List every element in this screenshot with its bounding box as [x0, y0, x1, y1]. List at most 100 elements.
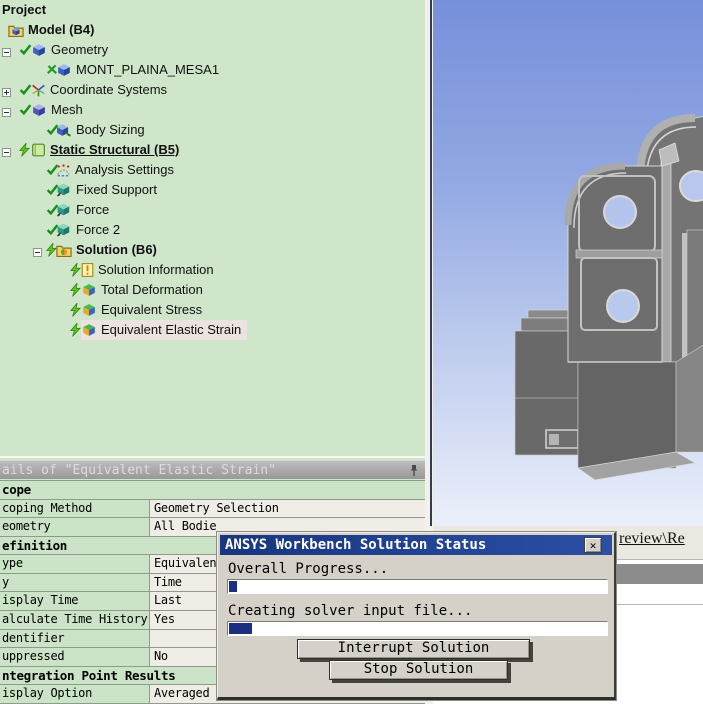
details-title: ails of "Equivalent Elastic Strain" — [2, 463, 276, 478]
status-bolt-icon — [19, 142, 30, 160]
tree-item-label: MONT_PLAINA_MESA1 — [76, 62, 220, 77]
tree-item-label: Coordinate Systems — [50, 82, 168, 97]
viewport-3d[interactable] — [433, 0, 703, 526]
tree-item-geometry[interactable]: Geometry — [0, 40, 425, 60]
tree-item-content: Equivalent Elastic Strain — [81, 320, 248, 340]
tree-item-label: Equivalent Stress — [101, 302, 203, 317]
tree-item-coordinate-systems[interactable]: Coordinate Systems — [0, 80, 425, 100]
details-label: uppressed — [0, 648, 150, 666]
interrupt-solution-button[interactable]: Interrupt Solution — [297, 639, 530, 659]
tree-item-content: Project — [2, 0, 46, 20]
tree-item-content: Analysis Settings — [56, 160, 174, 180]
tree-item-analysis-settings[interactable]: Analysis Settings — [0, 160, 425, 180]
details-label: isplay Option — [0, 685, 150, 703]
details-section-row: cope — [0, 481, 425, 500]
dialog-title: ANSYS Workbench Solution Status — [225, 537, 487, 553]
cube-force-icon — [56, 223, 76, 237]
tree-item-label: Geometry — [51, 42, 109, 57]
status-bolt-icon — [70, 322, 81, 340]
details-label: coping Method — [0, 499, 150, 518]
tree-item-body-sizing[interactable]: Body Sizing — [0, 120, 425, 140]
tree-item-label: Project — [2, 2, 47, 17]
stop-solution-button[interactable]: Stop Solution — [329, 660, 508, 680]
ansys-mechanical-window: { "colors":{ "tree_bg":"#cfe6ca","select… — [0, 0, 703, 704]
collapse-toggle[interactable] — [2, 45, 11, 60]
tree-item-label: Mesh — [51, 102, 83, 117]
details-label: isplay Time — [0, 592, 150, 611]
result-cube-icon — [81, 283, 101, 297]
tree-item-static-structural-b5[interactable]: Static Structural (B5) — [0, 140, 425, 160]
details-label: cope — [0, 481, 425, 499]
tree-item-label: Total Deformation — [101, 282, 203, 297]
tree-item-content: Model (B4) — [8, 20, 94, 40]
tree-item-model-b4[interactable]: Model (B4) — [0, 20, 425, 40]
expand-toggle[interactable] — [2, 85, 11, 100]
tree-item-content: Geometry — [31, 40, 108, 60]
tree-item-solution-information[interactable]: Solution Information — [0, 260, 425, 280]
tree-item-content: Solution Information — [81, 260, 214, 280]
cube-support-icon — [56, 183, 76, 197]
tree-item-label: Solution (B6) — [76, 242, 157, 257]
collapse-toggle[interactable] — [2, 145, 11, 160]
tree-item-content: Fixed Support — [56, 180, 157, 200]
axes-icon — [31, 83, 50, 97]
details-label: eometry — [0, 518, 150, 536]
tree-item-content: Static Structural (B5) — [31, 140, 179, 160]
cube-geometry-icon — [31, 43, 51, 57]
page-info-icon — [81, 263, 98, 277]
tree-item-label: Solution Information — [98, 262, 214, 277]
tree-item-label: Static Structural (B5) — [50, 142, 180, 157]
tree-item-total-deformation[interactable]: Total Deformation — [0, 280, 425, 300]
tree-item-content: Solution (B6) — [56, 240, 157, 260]
tree-item-content: Force 2 — [56, 220, 120, 240]
tree-item-content: Total Deformation — [81, 280, 203, 300]
tree-item-label: Body Sizing — [76, 122, 145, 137]
status-bolt-icon — [70, 302, 81, 320]
dialog-title-bar[interactable]: ANSYS Workbench Solution Status — [220, 535, 612, 555]
tree-item-label: Fixed Support — [76, 182, 157, 197]
cube-part-icon — [56, 63, 76, 77]
tree-item-fixed-support[interactable]: Fixed Support — [0, 180, 425, 200]
viewport-border — [430, 0, 432, 526]
close-icon[interactable]: ✕ — [584, 537, 602, 553]
collapse-toggle[interactable] — [2, 105, 11, 120]
result-cube-icon — [81, 303, 101, 317]
tree-item-force[interactable]: Force — [0, 200, 425, 220]
details-label: y — [0, 573, 150, 592]
task-progress-bar — [227, 621, 608, 636]
cube-force-icon — [56, 203, 76, 217]
folder-model-icon — [8, 24, 28, 37]
overall-progress-label: Overall Progress... — [228, 561, 389, 577]
report-preview-tab[interactable]: review\Re — [619, 530, 685, 548]
tree-item-content: Body Sizing — [56, 120, 145, 140]
overall-progress-bar — [227, 579, 608, 594]
collapse-toggle[interactable] — [33, 245, 42, 260]
overall-progress-fill — [229, 581, 237, 592]
tree-item-project[interactable]: Project — [0, 0, 425, 20]
tree-item-equivalent-elastic-strain[interactable]: Equivalent Elastic Strain — [0, 320, 425, 340]
tree-item-equivalent-stress[interactable]: Equivalent Stress — [0, 300, 425, 320]
tree-item-force-2[interactable]: Force 2 — [0, 220, 425, 240]
status-bolt-icon — [70, 262, 81, 280]
details-row: coping Method Geometry Selection — [0, 499, 425, 519]
chart-settings-icon — [56, 163, 75, 177]
tree-item-label: Force 2 — [76, 222, 121, 237]
tree-item-label: Force — [76, 202, 110, 217]
details-value[interactable]: Geometry Selection — [150, 499, 425, 518]
tree-item-solution-b6[interactable]: Solution (B6) — [0, 240, 425, 260]
tree-item-content: Force — [56, 200, 109, 220]
page-static-icon — [31, 143, 50, 157]
tree-item-content: Mesh — [31, 100, 83, 120]
tree-item-content: Coordinate Systems — [31, 80, 167, 100]
solution-status-dialog: ANSYS Workbench Solution Status ✕ Overal… — [216, 531, 617, 701]
details-label: dentifier — [0, 629, 150, 648]
details-label: ype — [0, 555, 150, 573]
tree-item-mesh[interactable]: Mesh — [0, 100, 425, 120]
tree-item-mont-plaina-mesa1[interactable]: MONT_PLAINA_MESA1 — [0, 60, 425, 80]
details-label: alculate Time History — [0, 611, 150, 629]
task-progress-fill — [229, 623, 252, 634]
tree-item-label: Equivalent Elastic Strain — [101, 322, 242, 337]
outline-tree-panel: Project Model (B4) Geometry MONT_PLAINA_MES… — [0, 0, 425, 458]
details-title-bar: ails of "Equivalent Elastic Strain" — [0, 460, 425, 479]
tree-item-content: MONT_PLAINA_MESA1 — [56, 60, 219, 80]
